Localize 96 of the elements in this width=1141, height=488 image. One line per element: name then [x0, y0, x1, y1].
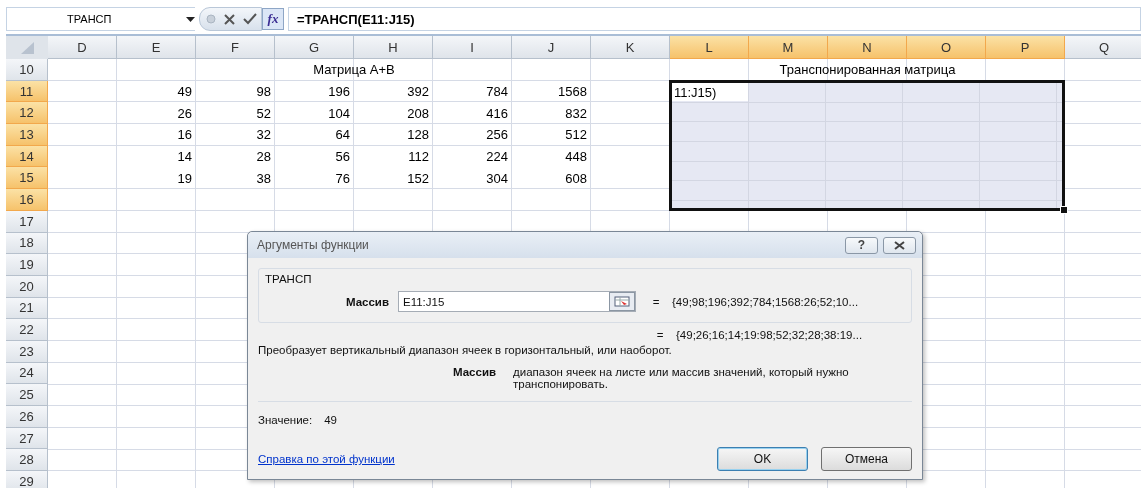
column-header[interactable]: E — [117, 36, 196, 59]
insert-function-button[interactable]: fx — [262, 8, 284, 30]
table-cell-text: 128 — [406, 126, 430, 145]
equals-sign: = — [651, 295, 661, 308]
row-header[interactable]: 14 — [6, 145, 48, 168]
dialog-title: Аргументы функции — [257, 238, 370, 252]
column-header[interactable]: Q — [1065, 36, 1141, 59]
argument-value: E11:J15 — [403, 295, 446, 308]
column-header[interactable]: O — [907, 36, 986, 59]
function-description: Преобразует вертикальный диапазон ячеек в горизонтальный, или наоборот. — [258, 344, 673, 356]
row-header[interactable]: 12 — [6, 102, 48, 125]
column-header[interactable]: D — [48, 36, 117, 59]
ok-button[interactable]: OK — [717, 447, 808, 471]
table-cell-text: 104 — [327, 104, 351, 123]
row-header[interactable]: 26 — [6, 406, 48, 428]
help-link[interactable]: Справка по этой функции — [258, 453, 704, 465]
table-cell-text: 28 — [255, 148, 272, 167]
table-cell-text: 32 — [255, 126, 272, 145]
close-button[interactable] — [883, 236, 916, 254]
column-header[interactable]: H — [354, 36, 433, 59]
table-cell-text: 448 — [564, 148, 588, 167]
collapse-dialog-icon[interactable] — [609, 292, 635, 311]
table-cell-text: 608 — [564, 169, 588, 188]
column-header[interactable]: F — [196, 36, 275, 59]
row-header[interactable]: 22 — [6, 319, 48, 341]
row-header[interactable]: 25 — [6, 384, 48, 406]
table-title: Матрица А+В — [312, 61, 396, 80]
check-icon[interactable] — [243, 13, 257, 25]
argument-help-text: диапазон ячеек на листе или массив значений, который нужно транспонировать. — [513, 366, 850, 390]
argument-label: Массив — [344, 295, 389, 308]
table-cell-text: 832 — [564, 104, 588, 123]
function-result: {49;26;16;14;19:98;52;32;28;38:19... — [676, 329, 863, 341]
argument-result: {49;98;196;392;784;1568:26;52;10... — [672, 295, 859, 308]
row-header[interactable]: 16 — [6, 189, 48, 211]
row-header[interactable]: 10 — [6, 59, 48, 81]
table-cell-text: 256 — [485, 126, 509, 145]
row-header[interactable]: 21 — [6, 297, 48, 320]
column-header[interactable]: I — [433, 36, 512, 59]
equals-sign: = — [655, 329, 665, 341]
circle-icon — [206, 14, 216, 24]
table-cell-text: 1568 — [557, 83, 588, 102]
column-header[interactable]: P — [986, 36, 1065, 59]
row-header[interactable]: 28 — [6, 449, 48, 472]
table-cell-text: 98 — [255, 83, 272, 102]
row-header[interactable]: 18 — [6, 232, 48, 255]
table-cell-text: 208 — [406, 104, 430, 123]
formula-field[interactable]: =ТРАНСП(E11:J15) — [288, 7, 1141, 31]
row-header[interactable]: 15 — [6, 167, 48, 190]
table-cell-text: 56 — [334, 148, 351, 167]
table-cell-text: 224 — [485, 148, 509, 167]
table-cell-text: 49 — [176, 83, 193, 102]
cancel-button[interactable]: Отмена — [821, 447, 912, 471]
table-cell-text: 112 — [407, 148, 430, 167]
cancel-icon[interactable] — [224, 13, 235, 25]
fill-handle[interactable] — [1060, 205, 1068, 214]
table-cell-text: 392 — [406, 83, 430, 102]
row-header[interactable]: 23 — [6, 340, 48, 363]
column-header[interactable]: N — [828, 36, 907, 59]
help-button[interactable]: ? — [845, 236, 878, 254]
row-header[interactable]: 11 — [6, 80, 48, 103]
row-header[interactable]: 19 — [6, 254, 48, 276]
value-text: 49 — [324, 414, 337, 426]
close-icon — [894, 240, 905, 250]
column-header[interactable]: G — [275, 36, 354, 59]
table-cell-text: 304 — [485, 169, 509, 188]
dropdown-caret-icon[interactable] — [186, 16, 195, 22]
column-header[interactable]: K — [591, 36, 670, 59]
table-cell-text: 16 — [176, 126, 193, 145]
table-cell-text: 152 — [406, 169, 430, 188]
table-cell-text: 416 — [485, 104, 509, 123]
table-cell-text: 38 — [255, 169, 272, 188]
row-header[interactable]: 20 — [6, 275, 48, 298]
table-cell-text: 64 — [334, 126, 351, 145]
table-cell-text: 512 — [564, 126, 588, 145]
argument-help-label: Массив — [453, 366, 498, 380]
value-label: Значение: — [258, 414, 313, 426]
table-cell-text: 784 — [485, 83, 509, 102]
column-header[interactable]: M — [749, 36, 828, 59]
name-box[interactable]: ТРАНСП — [6, 7, 195, 31]
column-header[interactable]: J — [512, 36, 591, 59]
table-title: Транспонированная матрица — [778, 61, 957, 80]
table-cell-text: 19 — [176, 169, 193, 188]
row-header[interactable]: 24 — [6, 362, 48, 385]
table-cell-text: 26 — [176, 104, 193, 123]
table-cell-text: 52 — [255, 104, 272, 123]
table-cell-text: 14 — [176, 148, 193, 167]
row-header[interactable]: 29 — [6, 471, 48, 488]
table-cell-text: 76 — [334, 169, 351, 188]
name-box-text: ТРАНСП — [67, 13, 113, 25]
row-header[interactable]: 13 — [6, 124, 48, 146]
row-header[interactable]: 17 — [6, 210, 48, 233]
function-name: ТРАНСП — [264, 272, 312, 285]
row-header[interactable]: 27 — [6, 427, 48, 450]
table-cell-text: 196 — [327, 83, 351, 102]
argument-field[interactable]: E11:J15 — [398, 291, 636, 312]
column-header[interactable]: L — [670, 36, 749, 59]
